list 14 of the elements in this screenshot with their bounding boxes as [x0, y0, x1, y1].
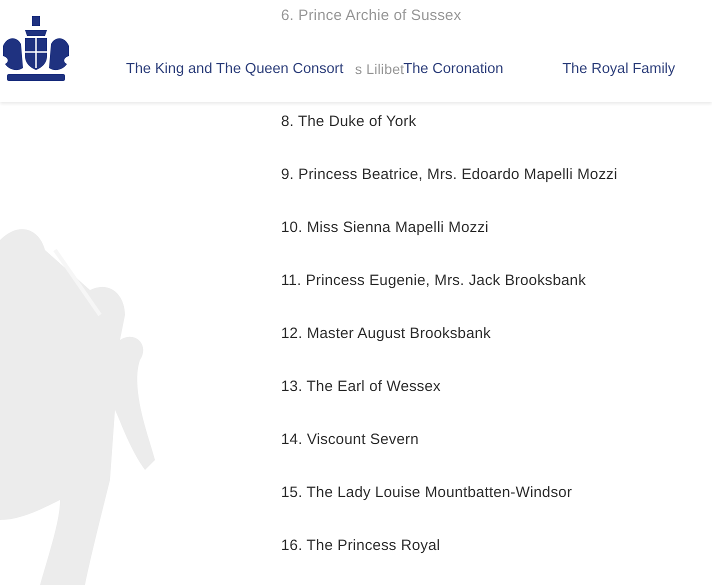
succession-entry: 10. Miss Sienna Mapelli Mozzi	[281, 218, 489, 238]
succession-entry: 15. The Lady Louise Mountbatten-Windsor	[281, 483, 572, 503]
succession-entry: 16. The Princess Royal	[281, 536, 440, 556]
succession-entry: 8. The Duke of York	[281, 112, 416, 132]
succession-entry: 14. Viscount Severn	[281, 430, 419, 450]
succession-entry: 6. Prince Archie of Sussex	[281, 6, 462, 26]
succession-entry: s Lilibet	[355, 60, 404, 79]
succession-entry: 13. The Earl of Wessex	[281, 377, 441, 397]
succession-entry: 9. Princess Beatrice, Mrs. Edoardo Mapelli Mozzi	[281, 165, 618, 185]
succession-entry: 12. Master August Brooksbank	[281, 324, 491, 344]
nav-link[interactable]: The Royal Family	[562, 61, 676, 77]
nav-link[interactable]: The Coronation	[403, 61, 504, 77]
nav-link[interactable]: The King and The Queen Consort	[126, 61, 344, 77]
succession-entry: 11. Princess Eugenie, Mrs. Jack Brooksbank	[281, 271, 586, 291]
